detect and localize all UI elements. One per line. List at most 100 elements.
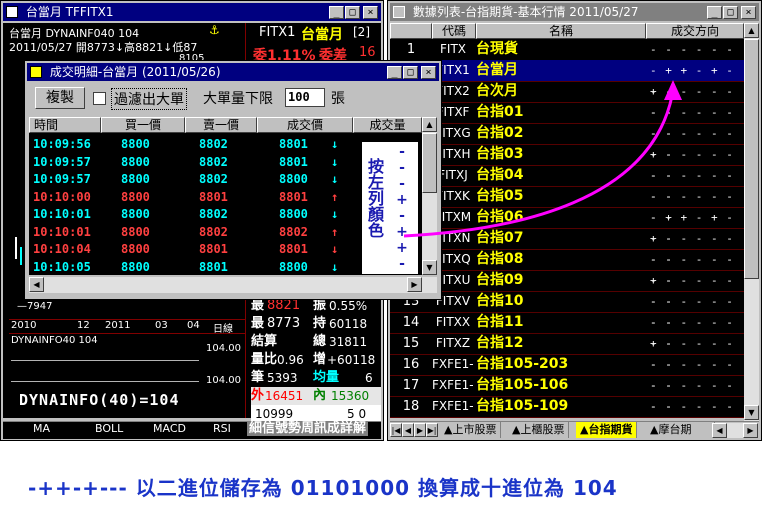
header-price[interactable]: 成交價 — [257, 117, 353, 133]
trade-bid: 8800 — [121, 172, 150, 186]
trade-row[interactable]: 10:09:56 8800 8802 8801 ↓ — [29, 135, 349, 153]
tab-nav-last[interactable]: ▶| — [426, 423, 438, 437]
status-text: 細信號勢周訊成詳解 — [247, 421, 369, 436]
minimize-button[interactable]: _ — [707, 6, 722, 19]
trade-row[interactable]: 10:10:00 8800 8801 8801 ↑ — [29, 188, 349, 206]
maximize-button[interactable]: □ — [403, 66, 418, 79]
list-row[interactable]: 18FXFE1-I1台指105-109- - - - - - - - — [390, 396, 744, 434]
trade-row[interactable]: 10:10:01 8800 8802 8800 ↓ — [29, 205, 349, 223]
header-name[interactable]: 名稱 — [476, 23, 646, 39]
scroll-right-button[interactable]: ▶ — [407, 277, 422, 292]
tab-msci-futures[interactable]: ▲摩台期 — [646, 422, 715, 438]
row-name: 台現貨 — [476, 41, 518, 57]
trade-ask: 8802 — [199, 172, 228, 186]
close-button[interactable]: × — [421, 66, 436, 79]
close-button[interactable]: × — [741, 6, 756, 19]
row-name: 台指105-109 — [476, 398, 569, 414]
threshold-input[interactable]: 100 — [285, 88, 325, 107]
copy-button[interactable]: 複製 — [35, 87, 85, 109]
tab-nav-prev[interactable]: ◀ — [402, 423, 414, 437]
detail-window-titlebar[interactable]: 成交明細-台當月 (2011/05/26) _ □ × — [27, 63, 439, 81]
minimize-button[interactable]: _ — [329, 6, 344, 19]
detail-toolbar: 複製 過濾出大單 大單量下限 100 張 — [27, 83, 439, 113]
nav-rsi[interactable]: RSI — [213, 422, 231, 436]
nav-boll[interactable]: BOLL — [95, 422, 123, 436]
detail-rows: 10:09:56 8800 8802 8801 ↓ 10:09:57 8800 8802 880… — [29, 135, 354, 275]
scroll-thumb[interactable] — [744, 39, 759, 279]
trade-row[interactable]: 10:10:05 8800 8801 8800 ↓ — [29, 258, 349, 276]
sign-mark: + — [396, 192, 408, 208]
nav-ma[interactable]: MA — [33, 422, 50, 436]
list-row[interactable]: 17FXFE1-F1台指105-106- - - - - - - - — [390, 375, 744, 413]
trade-bid: 8800 — [121, 242, 150, 256]
scroll-up-button[interactable]: ▲ — [744, 23, 759, 38]
row-name: 台指12 — [476, 335, 524, 351]
list-row[interactable]: 12FITXU台指09+ - - - - - - - — [390, 270, 744, 308]
filter-checkbox[interactable] — [93, 92, 106, 105]
detail-hscrollbar[interactable]: ◀ ▶ — [29, 277, 437, 293]
header-time[interactable]: 時間 — [29, 117, 101, 133]
list-row[interactable]: 15 FITXZ 台指12 + - - - - - - - — [390, 333, 744, 371]
tab-nav-first[interactable]: |◀ — [390, 423, 402, 437]
header-bid[interactable]: 買一價 — [101, 117, 185, 133]
hscroll-track[interactable] — [727, 423, 743, 438]
detail-vscrollbar[interactable]: ▲ ▼ — [422, 117, 437, 275]
list-row[interactable]: 1FITX台現貨- - - - - - - - — [390, 39, 744, 77]
scroll-thumb[interactable] — [422, 133, 437, 193]
list-row[interactable]: 2FITX1台當月- + + - + - - - — [390, 60, 744, 98]
maximize-button[interactable]: □ — [345, 6, 360, 19]
trade-row[interactable]: 10:09:57 8800 8802 8800 ↓ — [29, 170, 349, 188]
nav-macd[interactable]: MACD — [153, 422, 186, 436]
list-window-titlebar[interactable]: 數據列表-台指期貨-基本行情 2011/05/27 _ □ × — [390, 3, 759, 21]
chart-window-titlebar[interactable]: 台當月 TFFITX1 _ □ × — [3, 3, 381, 21]
hscroll-left-button[interactable]: ◀ — [712, 423, 727, 438]
threshold-label: 大單量下限 — [203, 91, 273, 107]
trade-detail-window[interactable]: 成交明細-台當月 (2011/05/26) _ □ × 複製 過濾出大單 大單量… — [24, 60, 442, 300]
detail-header: 時間 買一價 賣一價 成交價 成交量 — [29, 117, 422, 133]
list-row[interactable]: 9FITXM台指06- + + - + - - - — [390, 207, 744, 245]
header-code[interactable]: 代碼 — [432, 23, 476, 39]
sign-column: - - - + - + + - — [392, 144, 412, 272]
trade-price: 8800 — [279, 172, 308, 186]
row-name: 台指08 — [476, 251, 524, 267]
list-row[interactable]: 3FITX2台次月+ - - - - - - - — [390, 81, 744, 119]
list-vscrollbar[interactable]: ▲ ▼ — [744, 23, 759, 421]
list-row[interactable]: 11FITXQ台指08- - - - - - - - — [390, 249, 744, 287]
tab-nav-next[interactable]: ▶ — [414, 423, 426, 437]
list-row[interactable]: 13 FITXV 台指10- - - - - - - - — [390, 291, 744, 329]
tab-otc-stocks[interactable]: ▲上櫃股票 — [508, 422, 570, 438]
close-button[interactable]: × — [363, 6, 378, 19]
list-row[interactable]: 14 FITXX 台指11- - - - - - - - — [390, 312, 744, 350]
list-window[interactable]: 數據列表-台指期貨-基本行情 2011/05/27 _ □ × 代碼 名稱 成交… — [387, 0, 762, 441]
list-row[interactable]: 8FITXK台指05- - - - - - - - — [390, 186, 744, 224]
list-row[interactable]: 4FITXF台指01- - - - - - - - — [390, 102, 744, 140]
maximize-button[interactable]: □ — [723, 6, 738, 19]
list-row[interactable]: 10FITXN台指07+ - - - - - - - — [390, 228, 744, 266]
list-row[interactable]: 6FITXH台指03+ - - - - - - - — [390, 144, 744, 182]
sign-mark: + — [396, 240, 408, 256]
trade-row[interactable]: 10:10:01 8800 8802 8802 ↑ — [29, 223, 349, 241]
list-row[interactable]: 5FITXG台指02- - - - - - - - — [390, 123, 744, 161]
list-row[interactable]: 16FXFE1-C2台指105-203- - - - - - - - — [390, 354, 744, 392]
trade-arrow: ↓ — [331, 259, 339, 274]
scroll-up-button[interactable]: ▲ — [422, 117, 437, 132]
minimize-button[interactable]: _ — [387, 66, 402, 79]
tab-index-futures[interactable]: ▲台指期貨 — [576, 422, 638, 438]
trade-time: 10:10:01 — [33, 224, 91, 239]
chart-window-title: 台當月 TFFITX1 — [25, 5, 114, 19]
price-bar — [20, 247, 22, 265]
scroll-down-button[interactable]: ▼ — [422, 260, 437, 275]
scroll-down-button[interactable]: ▼ — [744, 405, 759, 420]
list-row[interactable]: 7FITXJ台指04- - - - - - - - — [390, 165, 744, 203]
row-index: 14 — [402, 315, 420, 330]
header-direction[interactable]: 成交方向 — [646, 23, 744, 39]
scroll-left-button[interactable]: ◀ — [29, 277, 44, 292]
stat-row: 量比 0.96 增 +60118 — [251, 352, 376, 367]
trade-row[interactable]: 10:10:04 8800 8801 8801 ↓ — [29, 240, 349, 258]
trade-arrow: ↑ — [331, 224, 339, 239]
hscroll-right-button[interactable]: ▶ — [743, 423, 758, 438]
trade-row[interactable]: 10:09:57 8800 8802 8801 ↓ — [29, 153, 349, 171]
tab-listed-stocks[interactable]: ▲上市股票 — [440, 422, 502, 438]
header-ask[interactable]: 賣一價 — [185, 117, 257, 133]
header-volume[interactable]: 成交量 — [353, 117, 422, 133]
